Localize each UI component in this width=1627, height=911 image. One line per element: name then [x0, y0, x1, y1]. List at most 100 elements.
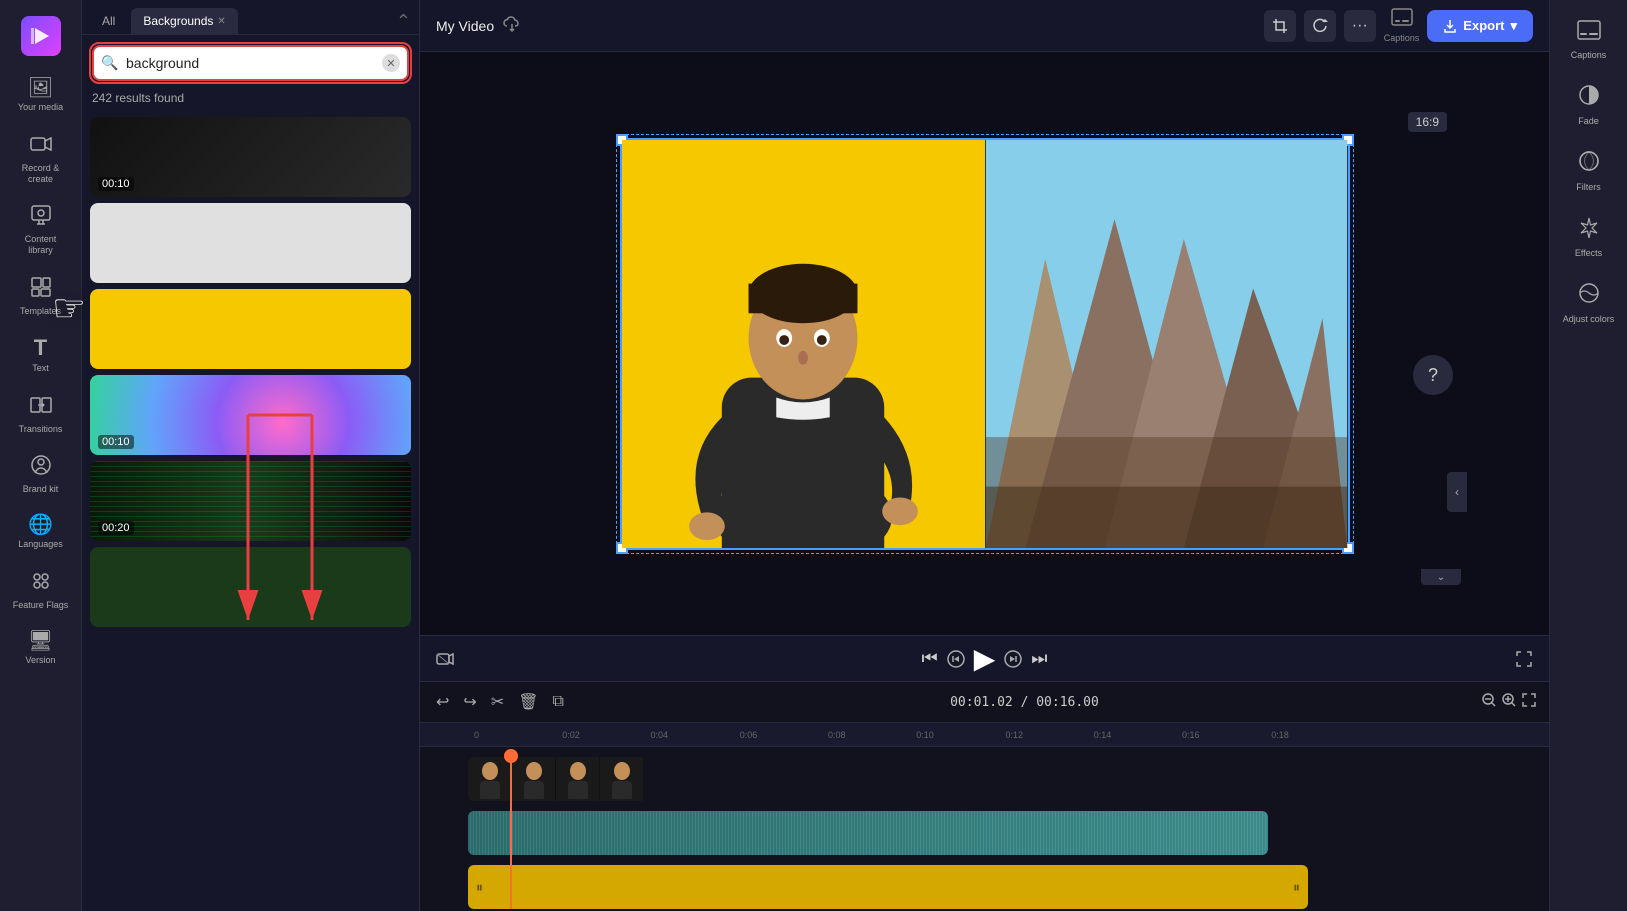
media-grid: 00:10 00:10 00:20: [82, 113, 419, 911]
playback-right: [1515, 650, 1533, 668]
item-duration: 00:10: [98, 435, 134, 449]
search-input[interactable]: [92, 45, 409, 81]
total-time: 00:16.00: [1036, 695, 1099, 710]
sidebar-item-label-record: Record &create: [22, 163, 60, 185]
feature-flags-icon: [30, 570, 52, 596]
time-separator: /: [1021, 695, 1037, 710]
skip-back-button[interactable]: ⏮: [922, 648, 938, 669]
search-clear-button[interactable]: ✕: [382, 54, 400, 72]
cloud-save-icon: [502, 14, 522, 37]
zoom-controls: [1481, 692, 1537, 713]
filters-icon: [1578, 150, 1600, 178]
playback-controls: ⏮ ▶ ⏭: [922, 642, 1048, 675]
video-clip[interactable]: [468, 757, 648, 801]
sidebar-item-your-media[interactable]: 🖼 Your media: [0, 68, 81, 123]
preview-content: [622, 140, 1348, 548]
camera-overlay-button[interactable]: [436, 650, 454, 668]
help-label: ?: [1428, 365, 1438, 386]
delete-button[interactable]: 🗑: [514, 688, 542, 716]
zoom-out-button[interactable]: [1481, 692, 1497, 713]
aspect-ratio-text: 16:9: [1408, 112, 1447, 132]
forward-button[interactable]: [1003, 649, 1023, 669]
fit-view-button[interactable]: [1521, 692, 1537, 713]
tab-close-button[interactable]: ✕: [217, 16, 225, 27]
sidebar-item-languages[interactable]: 🌐 Languages: [0, 505, 81, 560]
fullscreen-button[interactable]: [1515, 650, 1533, 668]
background-clip[interactable]: ⏸ ⏸: [468, 865, 1308, 909]
captions-icon: [1391, 8, 1413, 31]
ruler-mark-02: 0:02: [562, 730, 580, 740]
brand-icon: [30, 454, 52, 480]
fade-icon: [1578, 84, 1600, 112]
zoom-in-button[interactable]: [1501, 692, 1517, 713]
transitions-icon: [30, 394, 52, 420]
search-wrapper: 🔍 ✕: [92, 45, 409, 81]
skip-forward-button[interactable]: ⏭: [1031, 648, 1047, 669]
ruler-mark-0: 0: [474, 730, 479, 740]
top-bar: My Video ···: [420, 0, 1549, 52]
playback-bar: ⏮ ▶ ⏭: [420, 635, 1549, 681]
sidebar-item-templates[interactable]: Templates: [0, 266, 81, 327]
rotate-button[interactable]: [1304, 10, 1336, 42]
play-button[interactable]: ▶: [974, 642, 996, 675]
timeline-toolbar: ↩ ↪ ✂ 🗑 ⧉ 00:01.02 / 00:16.00: [420, 682, 1549, 723]
crop-button[interactable]: [1264, 10, 1296, 42]
text-icon: T: [34, 337, 47, 359]
item-duration: 00:10: [98, 177, 134, 191]
collapse-bottom-button[interactable]: ⌄: [1421, 569, 1461, 585]
background-item-dark[interactable]: 00:10: [90, 117, 411, 197]
mountain-panel: [985, 140, 1348, 548]
adjust-colors-icon: [1578, 282, 1600, 310]
ruler-mark-18: 0:18: [1271, 730, 1289, 740]
sidebar-item-record-create[interactable]: Record &create: [0, 123, 81, 195]
audio-waveform: [468, 811, 1268, 855]
sidebar-item-brand[interactable]: Brand kit: [0, 444, 81, 505]
collapse-right-button[interactable]: ‹: [1447, 472, 1467, 512]
undo-button[interactable]: ↩: [432, 688, 453, 716]
copy-button[interactable]: ⧉: [549, 689, 568, 715]
rewind-button[interactable]: [946, 649, 966, 669]
sidebar-item-version[interactable]: 🖥 Version: [0, 621, 81, 676]
sidebar-item-content-library[interactable]: Contentlibrary: [0, 194, 81, 266]
sidebar-item-label-text: Text: [32, 363, 49, 374]
sidebar-item-feature-flags[interactable]: Feature Flags: [0, 560, 81, 621]
record-icon: [30, 133, 52, 159]
panel-collapse-btn[interactable]: ⌃: [396, 11, 411, 32]
background-item-light[interactable]: [90, 203, 411, 283]
ruler-mark-10: 0:10: [916, 730, 934, 740]
templates-icon: [30, 276, 52, 302]
background-item-glitch[interactable]: 00:20: [90, 461, 411, 541]
tab-all[interactable]: All: [90, 8, 127, 34]
cut-button[interactable]: ✂: [487, 688, 508, 716]
track-row-video: [420, 753, 1549, 805]
right-sidebar-item-adjust-colors[interactable]: Adjust colors: [1550, 270, 1627, 336]
export-button[interactable]: Export ▾: [1427, 10, 1533, 42]
right-sidebar: Captions Fade Filters Effects: [1549, 0, 1627, 911]
sidebar-item-transitions[interactable]: Transitions: [0, 384, 81, 445]
right-sidebar-item-fade[interactable]: Fade: [1550, 72, 1627, 138]
tab-backgrounds[interactable]: Backgrounds ✕: [131, 8, 237, 34]
track-row-bg: ⏸ ⏸: [420, 861, 1549, 911]
right-sidebar-item-filters[interactable]: Filters: [1550, 138, 1627, 204]
playback-left: [436, 650, 454, 668]
search-icon: 🔍: [101, 55, 118, 72]
background-item-yellow[interactable]: [90, 289, 411, 369]
right-sidebar-item-effects[interactable]: Effects: [1550, 204, 1627, 270]
audio-clip[interactable]: [468, 811, 1268, 855]
top-bar-tools: ··· Captions Export ▾: [1264, 8, 1533, 43]
background-item-gradient[interactable]: 00:10: [90, 375, 411, 455]
right-sidebar-item-captions[interactable]: Captions: [1550, 8, 1627, 72]
timeline-tracks[interactable]: ⏸ ⏸: [420, 747, 1549, 911]
playhead[interactable]: [510, 753, 512, 909]
left-panel: All Backgrounds ✕ ⌃ 🔍 ✕ 242 results foun…: [82, 0, 420, 911]
current-time: 00:01.02: [950, 695, 1013, 710]
redo-button[interactable]: ↪: [459, 688, 480, 716]
more-options-button[interactable]: ···: [1344, 10, 1376, 42]
help-button[interactable]: ?: [1413, 355, 1453, 395]
playhead-handle[interactable]: [504, 749, 518, 763]
sidebar-item-text[interactable]: T Text: [0, 327, 81, 384]
ruler-mark-16: 0:16: [1182, 730, 1200, 740]
background-item-green[interactable]: [90, 547, 411, 627]
sidebar-item-label-transitions: Transitions: [19, 424, 63, 435]
main-area: My Video ···: [420, 0, 1549, 911]
